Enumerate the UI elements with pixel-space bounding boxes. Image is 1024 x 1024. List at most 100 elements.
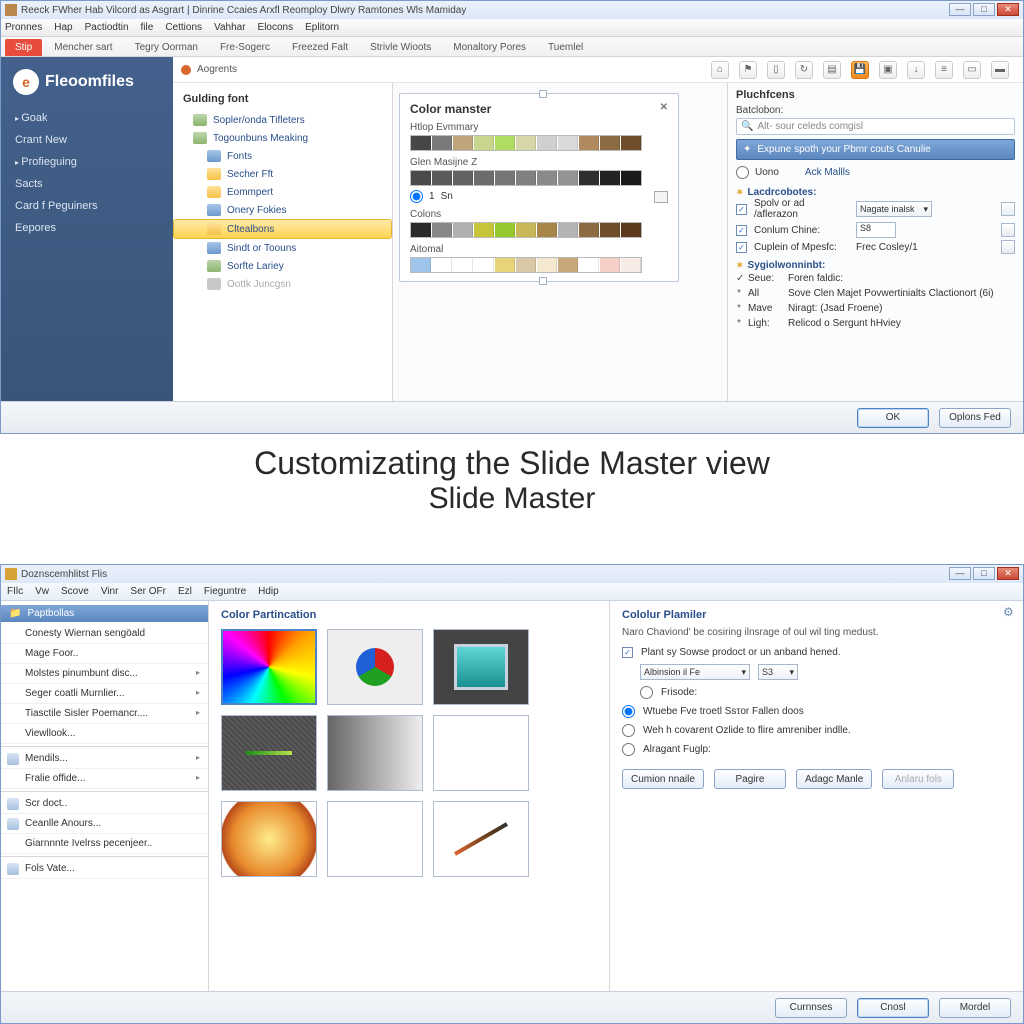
color-swatch[interactable] xyxy=(453,171,473,185)
color-swatch[interactable] xyxy=(411,171,431,185)
swatch-row-3[interactable] xyxy=(410,222,642,238)
color-swatch[interactable] xyxy=(411,136,431,150)
color-swatch[interactable] xyxy=(516,171,536,185)
r2-radio-2[interactable] xyxy=(622,705,635,718)
tb-home-icon[interactable]: ⌂ xyxy=(711,61,729,79)
r2-button[interactable]: Pagire xyxy=(714,769,786,789)
side-menu-head[interactable]: 📁 Paptbollas xyxy=(1,605,208,622)
side-menu-item[interactable]: Fols Vate... xyxy=(1,859,208,879)
color-swatch[interactable] xyxy=(621,223,641,237)
rc-checkbox[interactable]: ✓ xyxy=(736,204,747,215)
menu-item[interactable]: Eplitorn xyxy=(305,22,339,33)
color-swatch[interactable] xyxy=(411,258,431,272)
color-swatch[interactable] xyxy=(495,223,515,237)
tree-item[interactable]: Sopler/onda Tifleters xyxy=(173,111,392,129)
panel-radio[interactable] xyxy=(410,190,423,203)
tree-item[interactable]: Fonts xyxy=(173,147,392,165)
thumb-rainbow[interactable] xyxy=(221,629,317,705)
rc-checkbox[interactable]: ✓ xyxy=(736,242,747,253)
color-swatch[interactable] xyxy=(474,171,494,185)
maximize-button[interactable]: □ xyxy=(973,3,995,16)
tb-tile-icon[interactable]: ▬ xyxy=(991,61,1009,79)
tree-item[interactable]: Sindt or Toouns xyxy=(173,239,392,257)
menu-item[interactable]: Hap xyxy=(54,22,72,33)
color-swatch[interactable] xyxy=(474,258,494,272)
sidebar-item[interactable]: Profieguing xyxy=(1,151,173,173)
color-swatch[interactable] xyxy=(432,223,452,237)
ribbon-tab[interactable]: Strivle Wioots xyxy=(360,39,441,56)
rc-field-button[interactable] xyxy=(1001,202,1015,216)
ribbon-tab[interactable]: Freezed Falt xyxy=(282,39,358,56)
rc-search[interactable]: 🔍 Alt- sour celeds comgisl xyxy=(736,118,1015,135)
tb-grid-icon[interactable]: ▭ xyxy=(963,61,981,79)
color-swatch[interactable] xyxy=(453,223,473,237)
footer-button[interactable]: Cnosl xyxy=(857,998,929,1018)
side-menu-item[interactable]: Fralie offide... xyxy=(1,769,208,789)
rc-checkbox[interactable]: ✓ xyxy=(736,225,747,236)
color-swatch[interactable] xyxy=(516,258,536,272)
color-swatch[interactable] xyxy=(579,258,599,272)
color-swatch[interactable] xyxy=(432,136,452,150)
menu-item[interactable]: Hdip xyxy=(258,586,279,597)
options-button[interactable]: Oplons Fed xyxy=(939,408,1011,428)
ribbon-tab[interactable]: Tuemlel xyxy=(538,39,593,56)
tb-list-icon[interactable]: ≡ xyxy=(935,61,953,79)
side-menu-item[interactable]: Ceanlle Anours... xyxy=(1,814,208,834)
tb-disk-icon[interactable]: 💾 xyxy=(851,61,869,79)
tb-doc-icon[interactable]: ▯ xyxy=(767,61,785,79)
rc-radio-uono[interactable] xyxy=(736,166,749,179)
color-swatch[interactable] xyxy=(411,223,431,237)
footer-button[interactable]: Mordel xyxy=(939,998,1011,1018)
color-swatch[interactable] xyxy=(537,171,557,185)
swatch-row-4[interactable] xyxy=(410,257,642,273)
sidebar-item[interactable]: Sacts xyxy=(1,173,173,195)
swatch-row-1[interactable] xyxy=(410,135,642,151)
color-swatch[interactable] xyxy=(621,136,641,150)
close-button[interactable]: ✕ xyxy=(997,3,1019,16)
color-swatch[interactable] xyxy=(600,136,620,150)
thumb-chip[interactable] xyxy=(433,629,529,705)
color-swatch[interactable] xyxy=(474,223,494,237)
color-swatch[interactable] xyxy=(558,258,578,272)
thumb-gradient[interactable] xyxy=(327,715,423,791)
color-swatch[interactable] xyxy=(453,136,473,150)
minimize-button[interactable]: — xyxy=(949,3,971,16)
color-swatch[interactable] xyxy=(453,258,473,272)
side-menu-item[interactable]: Tiasctile Sisler Poemancr.... xyxy=(1,704,208,724)
menu-item[interactable]: Fieguntre xyxy=(204,586,246,597)
side-menu-item[interactable]: Scr doct.. xyxy=(1,794,208,814)
color-swatch[interactable] xyxy=(432,258,452,272)
rc-field-value[interactable]: S8 xyxy=(856,222,896,238)
thumb-octagon[interactable] xyxy=(221,801,317,877)
r2-radio-4[interactable] xyxy=(622,743,635,756)
tree-item[interactable]: Oottk Juncgsn xyxy=(173,275,392,293)
panel-close-icon[interactable]: ✕ xyxy=(660,102,668,116)
gear-icon[interactable]: ⚙ xyxy=(1003,605,1017,619)
color-swatch[interactable] xyxy=(579,171,599,185)
tb-flag-icon[interactable]: ⚑ xyxy=(739,61,757,79)
color-swatch[interactable] xyxy=(558,136,578,150)
color-swatch[interactable] xyxy=(516,223,536,237)
color-swatch[interactable] xyxy=(495,136,515,150)
menu-item[interactable]: Pactiodtin xyxy=(85,22,129,33)
sidebar-item[interactable]: Card f Peguiners xyxy=(1,195,173,217)
side-menu-item[interactable]: Mendils... xyxy=(1,749,208,769)
ribbon-tab[interactable]: Mencher sart xyxy=(44,39,122,56)
r2-radio-1[interactable] xyxy=(640,686,653,699)
side-menu-item[interactable]: Seger coatli Murnlier... xyxy=(1,684,208,704)
rc-field-button[interactable] xyxy=(1001,223,1015,237)
tb-save-icon[interactable]: ▤ xyxy=(823,61,841,79)
menu-item[interactable]: Ser OFr xyxy=(130,586,166,597)
color-swatch[interactable] xyxy=(474,136,494,150)
color-swatch[interactable] xyxy=(621,258,641,272)
color-swatch[interactable] xyxy=(537,258,557,272)
sidebar-item[interactable]: Crant New xyxy=(1,129,173,151)
color-swatch[interactable] xyxy=(432,171,452,185)
color-swatch[interactable] xyxy=(495,258,515,272)
menu-item[interactable]: FIlc xyxy=(7,586,23,597)
rc-field-button[interactable] xyxy=(1001,240,1015,254)
tree-item[interactable]: Eommpert xyxy=(173,183,392,201)
thumb-blank[interactable] xyxy=(433,715,529,791)
footer-button[interactable]: Curnnses xyxy=(775,998,847,1018)
r2-button[interactable]: Adagc Manle xyxy=(796,769,872,789)
